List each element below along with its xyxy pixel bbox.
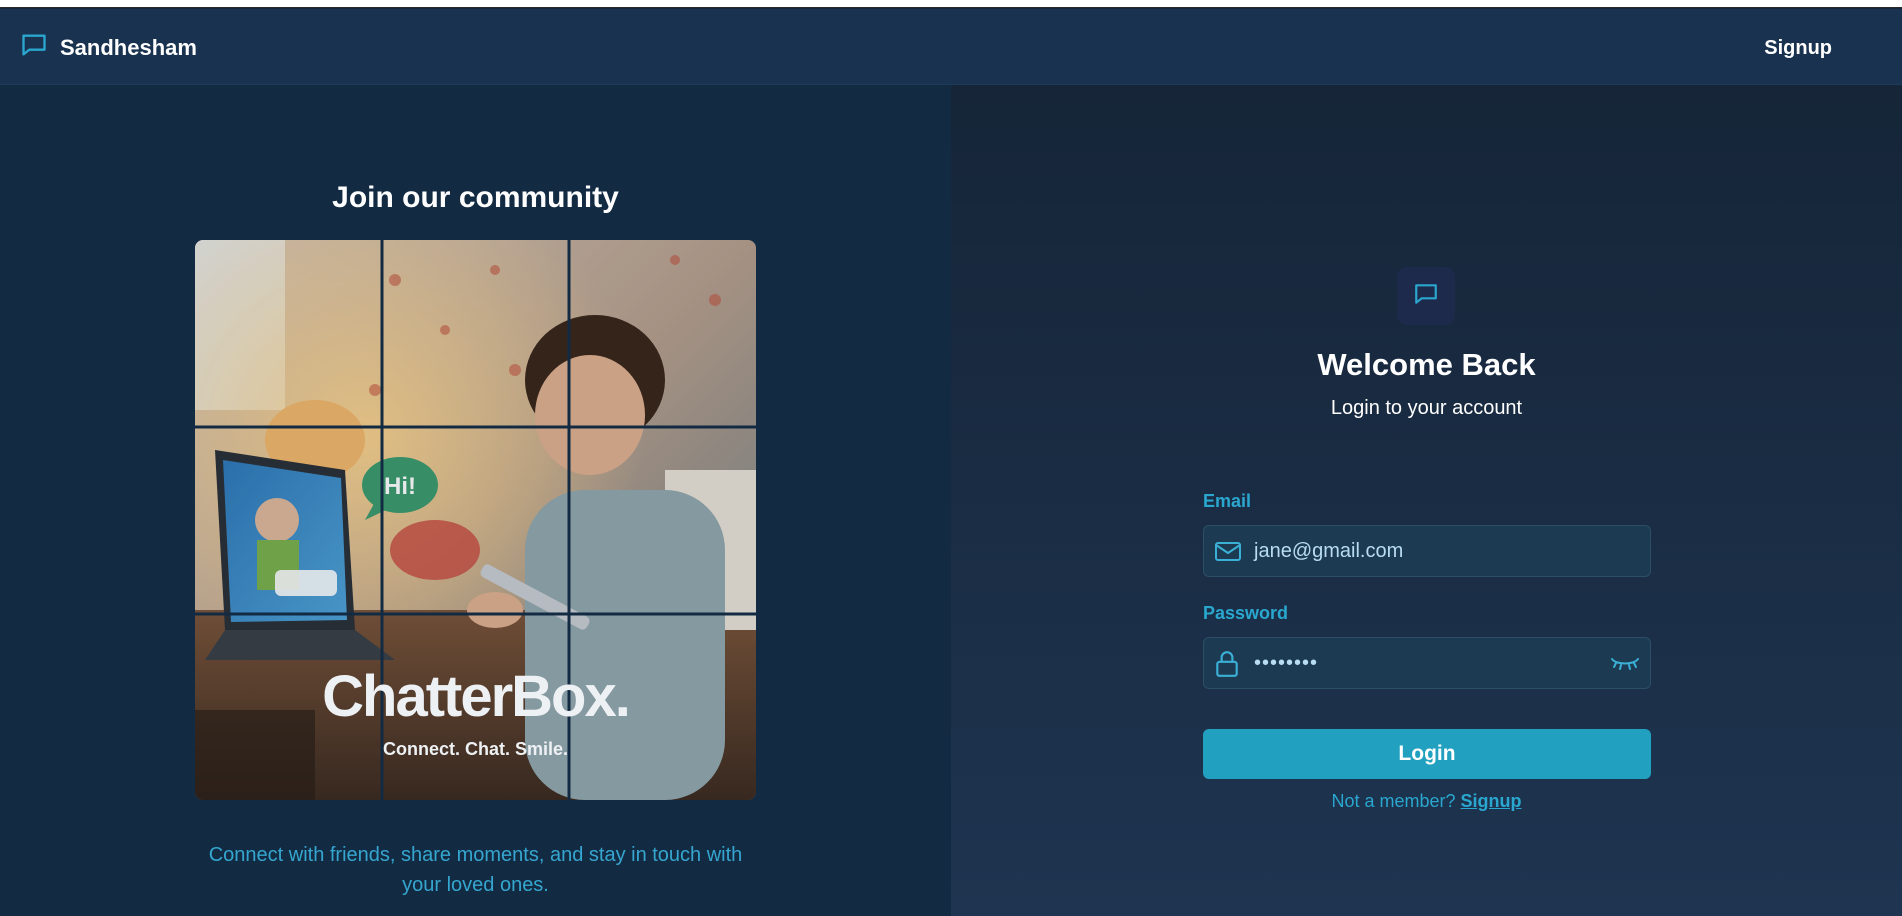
login-button[interactable]: Login — [1203, 729, 1651, 779]
login-subtitle: Login to your account — [1330, 397, 1523, 419]
browser-top-strip — [0, 0, 1902, 8]
email-field[interactable]: jane@gmail.com — [1203, 525, 1651, 577]
login-app-icon — [1397, 267, 1455, 325]
email-label: Email — [1203, 491, 1252, 511]
nav-signup-link[interactable]: Signup — [1764, 37, 1832, 60]
community-title: Join our community — [332, 181, 619, 214]
email-value: jane@gmail.com — [1254, 540, 1404, 562]
login-panel: Welcome Back Login to your account Email… — [951, 85, 1902, 916]
chat-bubble-icon — [1413, 281, 1439, 312]
community-description: Connect with friends, share moments, and… — [208, 844, 743, 896]
signup-link[interactable]: Signup — [1461, 791, 1522, 811]
community-panel: Join our community Hi! ChatterBox. Conne… — [0, 85, 951, 916]
image-logo-text: ChatterBox. — [322, 664, 631, 729]
eye-closed-icon[interactable] — [1610, 652, 1640, 679]
lock-icon — [1214, 650, 1240, 683]
member-prompt: Not a member? Signup — [951, 791, 1902, 812]
password-field[interactable]: •••••••• — [1203, 637, 1651, 689]
chat-bubble-icon — [20, 31, 48, 64]
mail-icon — [1214, 538, 1242, 569]
password-label: Password — [1203, 603, 1289, 623]
brand-name: Sandhesham — [60, 34, 197, 60]
brand[interactable]: Sandhesham — [20, 31, 197, 64]
login-title: Welcome Back — [1317, 347, 1536, 382]
member-text: Not a member? — [1331, 791, 1456, 811]
password-value: •••••••• — [1254, 652, 1319, 674]
navbar: Sandhesham Signup — [0, 9, 1902, 85]
image-tagline: Connect. Chat. Smile. — [382, 739, 569, 759]
